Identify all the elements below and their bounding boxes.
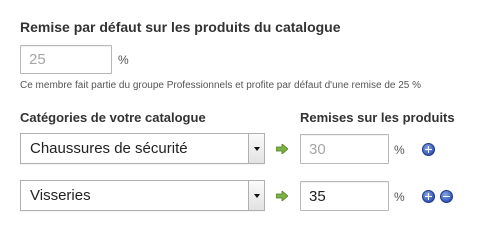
category-select-2[interactable]: Visseries (20, 180, 265, 211)
arrow-right-icon (276, 191, 288, 201)
category-select-2-value: Visseries (30, 187, 91, 204)
default-discount-input[interactable] (20, 45, 112, 74)
discounts-column-header: Remises sur les produits (300, 110, 455, 125)
category-select-1-value: Chaussures de sécurité (30, 140, 188, 157)
chevron-down-icon[interactable] (248, 181, 264, 210)
category-select-1[interactable]: Chaussures de sécurité (20, 133, 265, 164)
add-discount-button[interactable] (422, 190, 435, 203)
categories-column-header: Catégories de votre catalogue (20, 110, 206, 125)
add-discount-button[interactable] (422, 143, 435, 156)
discount-input-1[interactable] (300, 134, 389, 164)
discount-unit-2: % (394, 190, 405, 204)
remove-discount-button[interactable] (440, 190, 453, 203)
default-discount-title: Remise par défaut sur les produits du ca… (20, 19, 341, 35)
member-group-note: Ce membre fait partie du groupe Professi… (20, 80, 422, 91)
discount-unit-1: % (394, 143, 405, 157)
discount-input-2[interactable] (300, 181, 389, 211)
chevron-down-icon[interactable] (248, 134, 264, 163)
arrow-right-icon (276, 144, 288, 154)
default-discount-unit: % (118, 53, 129, 67)
